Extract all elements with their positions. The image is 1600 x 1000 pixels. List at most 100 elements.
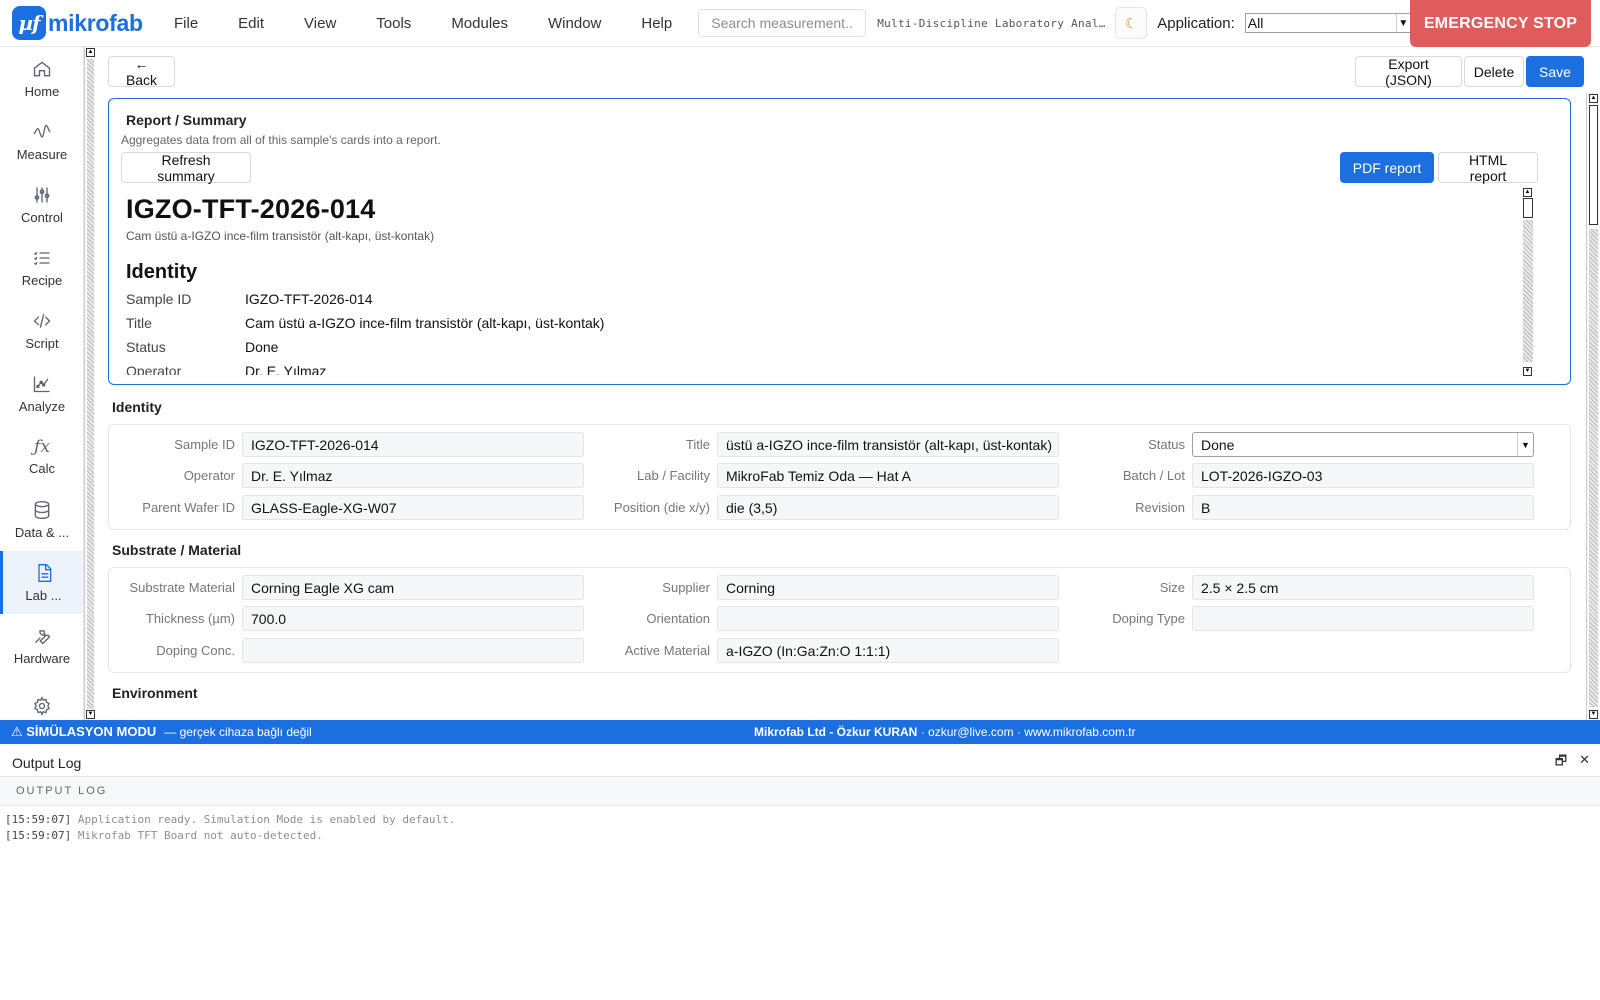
report-preview-scrollbar[interactable]: ▲ ▼ [1522, 188, 1534, 376]
sidebar-item-hardware[interactable]: Hardware [0, 614, 83, 677]
scroll-down-icon[interactable]: ▼ [1589, 710, 1598, 719]
doping-conc-input[interactable] [242, 638, 584, 663]
sidebar-item-data[interactable]: Data & ... [0, 488, 83, 551]
title-input[interactable]: üstü a-IGZO ince-film transistör (alt-ka… [717, 432, 1059, 457]
field-label: Doping Type [1112, 611, 1185, 626]
field-parent-wafer-id: Parent Wafer ID GLASS-Eagle-XG-W07 [119, 495, 584, 520]
save-button[interactable]: Save [1526, 56, 1584, 87]
menu-help[interactable]: Help [621, 0, 692, 47]
doping-type-input[interactable] [1192, 606, 1534, 631]
sidebar-item-settings[interactable] [0, 677, 83, 720]
sidebar-item-label: Lab ... [25, 587, 62, 603]
report-preview-section: Identity [126, 261, 198, 283]
report-row-key: Title [126, 315, 152, 331]
size-input[interactable]: 2.5 × 2.5 cm [1192, 575, 1534, 600]
sidebar-item-home[interactable]: Home [0, 47, 83, 110]
delete-button[interactable]: Delete [1464, 56, 1524, 87]
scroll-up-icon[interactable]: ▲ [86, 48, 95, 57]
active-material-input[interactable]: a-IGZO (In:Ga:Zn:O 1:1:1) [717, 638, 1059, 663]
environment-section-title: Environment [112, 685, 198, 701]
report-preview-row: Operator Dr. E. Yılmaz [126, 362, 1521, 375]
field-label: Substrate Material [129, 580, 236, 595]
sidebar-scrollbar[interactable]: ▲ ▼ [84, 47, 95, 720]
sidebar-item-label: Recipe [21, 272, 63, 288]
substrate-material-input[interactable]: Corning Eagle XG cam [242, 575, 584, 600]
emergency-stop-button[interactable]: EMERGENCY STOP [1410, 0, 1591, 47]
menu-edit[interactable]: Edit [218, 0, 284, 47]
report-scroll-thumb[interactable] [1523, 198, 1533, 218]
simulation-mode-badge: ⚠ SİMÜLASYON MODU [11, 724, 157, 739]
scroll-up-icon[interactable]: ▲ [1523, 188, 1532, 197]
sidebar-scroll-track[interactable] [87, 59, 94, 709]
app-logo: µf mikrofab [12, 6, 154, 40]
scroll-up-icon[interactable]: ▲ [1589, 94, 1598, 103]
batch-lot-input[interactable]: LOT-2026-IGZO-03 [1192, 463, 1534, 488]
sidebar-item-control[interactable]: Control [0, 173, 83, 236]
export-json-button[interactable]: Export (JSON) [1355, 56, 1462, 88]
menu-window[interactable]: Window [528, 0, 621, 47]
company-info: Mikrofab Ltd - Özkur KURAN · ozkur@live.… [754, 725, 1136, 739]
output-log-body[interactable]: [15:59:07] Application ready. Simulation… [0, 806, 1600, 1000]
database-icon [34, 500, 50, 519]
identity-panel: Sample ID IGZO-TFT-2026-014 Title üstü a… [108, 424, 1571, 530]
sidebar-item-recipe[interactable]: Recipe [0, 236, 83, 299]
scroll-down-icon[interactable]: ▼ [86, 710, 95, 719]
menu-file[interactable]: File [154, 0, 218, 47]
sidebar-item-lab[interactable]: Lab ... [0, 551, 83, 614]
main-scrollbar[interactable]: ▲ ▼ [1586, 93, 1600, 720]
main-content: ← Back Export (JSON) Delete Save Report … [95, 47, 1586, 720]
field-label: Doping Conc. [156, 643, 235, 658]
main-scroll-thumb[interactable] [1589, 105, 1598, 225]
orientation-input[interactable] [717, 606, 1059, 631]
revision-input[interactable]: B [1192, 495, 1534, 520]
fx-icon: ƒx [34, 437, 50, 457]
status-bar: ⚠ SİMÜLASYON MODU — gerçek cihaza bağlı … [0, 720, 1600, 744]
company-website[interactable]: www.mikrofab.com.tr [1024, 725, 1135, 739]
output-log-header: Output Log 🗗 ✕ [0, 750, 1600, 777]
gear-icon [34, 696, 50, 716]
position-input[interactable]: die (3,5) [717, 495, 1059, 520]
menu-tools[interactable]: Tools [356, 0, 431, 47]
report-preview[interactable]: IGZO-TFT-2026-014 Cam üstü a-IGZO ince-f… [126, 191, 1521, 375]
html-report-button[interactable]: HTML report [1438, 152, 1538, 184]
scroll-down-icon[interactable]: ▼ [1523, 367, 1532, 376]
identity-section-title: Identity [112, 399, 162, 415]
logo-badge: µf [12, 6, 46, 40]
field-label: Size [1159, 580, 1185, 595]
menu-modules[interactable]: Modules [431, 0, 528, 47]
sample-id-input[interactable]: IGZO-TFT-2026-014 [242, 432, 584, 457]
sidebar: Home Measure Control Recipe Script Analy… [0, 47, 84, 720]
close-icon[interactable]: ✕ [1579, 752, 1590, 774]
field-label: Parent Wafer ID [142, 500, 235, 515]
lab-facility-input[interactable]: MikroFab Temiz Oda — Hat A [717, 463, 1059, 488]
sidebar-item-measure[interactable]: Measure [0, 110, 83, 173]
menu-view[interactable]: View [284, 0, 356, 47]
status-select[interactable]: Done ▼ [1192, 432, 1534, 457]
report-preview-row: Title Cam üstü a-IGZO ince-film transist… [126, 314, 1521, 332]
report-scroll-track[interactable] [1523, 220, 1533, 362]
back-button[interactable]: ← Back [108, 56, 175, 88]
field-active-material: Active Material a-IGZO (In:Ga:Zn:O 1:1:1… [594, 638, 1059, 663]
search-input[interactable] [698, 9, 867, 37]
operator-input[interactable]: Dr. E. Yılmaz [242, 463, 584, 488]
parent-wafer-id-input[interactable]: GLASS-Eagle-XG-W07 [242, 495, 584, 520]
sidebar-item-analyze[interactable]: Analyze [0, 362, 83, 425]
field-position: Position (die x/y) die (3,5) [594, 495, 1059, 520]
sidebar-item-calc[interactable]: ƒx Calc [0, 425, 83, 488]
theme-toggle-button[interactable]: ☾ [1115, 7, 1148, 39]
home-icon [33, 60, 51, 76]
restore-icon[interactable]: 🗗 [1555, 752, 1567, 774]
company-email[interactable]: ozkur@live.com [928, 725, 1014, 739]
thickness-input[interactable]: 700.0 [242, 606, 584, 631]
log-message: Application ready. Simulation Mode is en… [77, 813, 456, 826]
pdf-report-button[interactable]: PDF report [1340, 152, 1434, 183]
main-scroll-track[interactable] [1589, 229, 1598, 707]
refresh-summary-button[interactable]: Refresh summary [121, 152, 251, 184]
supplier-input[interactable]: Corning [717, 575, 1059, 600]
report-preview-row: Sample ID IGZO-TFT-2026-014 [126, 290, 1521, 308]
application-select[interactable]: All ▼ [1244, 13, 1411, 33]
field-substrate-material: Substrate Material Corning Eagle XG cam [119, 575, 584, 600]
field-label: Supplier [662, 580, 710, 595]
sidebar-item-script[interactable]: Script [0, 299, 83, 362]
chevron-down-icon: ▼ [1395, 14, 1410, 32]
